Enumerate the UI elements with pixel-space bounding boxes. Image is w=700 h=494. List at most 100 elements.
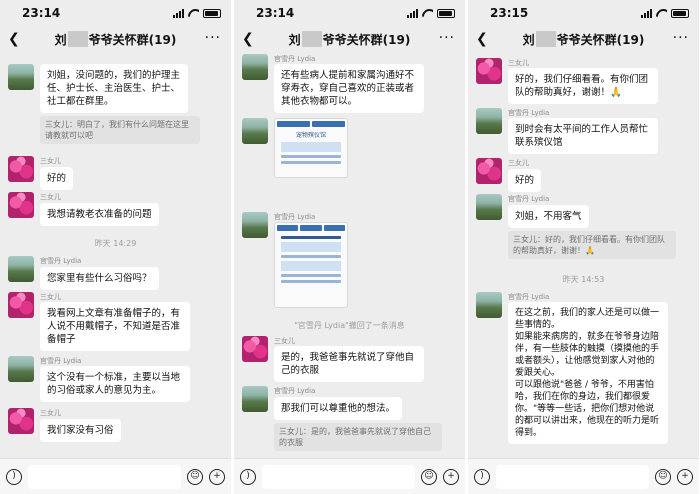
emoji-icon[interactable]: ☺ [655, 468, 671, 485]
image-message[interactable]: 宠物殡仪馆 [274, 118, 348, 178]
avatar[interactable] [8, 408, 34, 434]
phone-screen-3: 23:15 ❮ 刘爷爷关怀群(19) ··· 三女儿 好的，我们仔细看看。有你们… [468, 0, 699, 494]
message-bubble[interactable]: 我想请教老衣准备的问题 [40, 203, 159, 226]
message-list[interactable]: 三女儿 好的，我们仔细看看。有你们团队的帮助真好，谢谢！🙏 官雪丹 Lydia … [468, 52, 699, 458]
message: 三女儿 好的，我们仔细看看。有你们团队的帮助真好，谢谢！🙏 [476, 58, 693, 104]
plus-icon[interactable]: + [209, 468, 225, 485]
message-bubble[interactable]: 刘姐，不用客气 [508, 205, 589, 228]
message: 三女儿 我们家没有习俗 [8, 408, 225, 442]
message-bubble[interactable]: 那我们可以尊重他的想法。 [274, 397, 403, 420]
message: 官雪丹 Lydia 到时会有太平间的工作人员帮忙联系殡仪馆 [476, 108, 693, 154]
avatar[interactable] [242, 212, 268, 238]
status-bar: 23:14 [234, 0, 465, 26]
sender-name: 三女儿 [40, 409, 61, 417]
redaction-block [67, 31, 88, 47]
group-title: 刘爷爷关怀群(19) [54, 31, 177, 47]
message-input[interactable] [496, 464, 649, 489]
message-bubble[interactable]: 这个没有一个标准，主要以当地的习俗或家人的意见为主。 [40, 366, 190, 402]
avatar[interactable] [8, 292, 34, 318]
input-bar: ) ☺ + [0, 458, 231, 494]
sender-name: 官雪丹 Lydia [508, 195, 550, 203]
plus-icon[interactable]: + [677, 468, 693, 485]
system-message: "官雪丹 Lydia"撤回了一条消息 [294, 321, 405, 330]
voice-icon[interactable]: ) [240, 468, 256, 485]
avatar[interactable] [242, 54, 268, 80]
input-bar: ) ☺ + [234, 458, 465, 494]
emoji-icon[interactable]: ☺ [187, 468, 203, 485]
chat-header: ❮ 刘爷爷关怀群(19) ··· [0, 26, 231, 52]
avatar[interactable] [242, 118, 268, 144]
wifi-icon [188, 9, 199, 18]
sender-name: 三女儿 [508, 59, 529, 67]
redaction-block [301, 31, 322, 47]
phone-screen-2: 23:14 ❮ 刘爷爷关怀群(19) ··· 官雪丹 Lydia 还有些病人提前… [234, 0, 465, 494]
redaction-block [535, 31, 556, 47]
avatar[interactable] [476, 292, 502, 318]
status-bar: 23:15 [468, 0, 699, 26]
avatar[interactable] [8, 192, 34, 218]
system-icons [407, 8, 455, 18]
voice-icon[interactable]: ) [474, 468, 490, 485]
timestamp: 昨天 14:29 [94, 239, 137, 248]
message-input[interactable] [28, 464, 181, 489]
chevron-left-icon[interactable]: ❮ [8, 31, 20, 47]
message: 三女儿 好的 [8, 156, 225, 190]
message-bubble[interactable]: 您家里有些什么习俗吗？ [40, 267, 159, 290]
image-message[interactable] [274, 222, 348, 308]
avatar[interactable] [476, 58, 502, 84]
chevron-left-icon[interactable]: ❮ [476, 31, 488, 47]
message: 官雪丹 Lydia 那我们可以尊重他的想法。 三女儿：是的，我爸爸事先就说了穿他… [242, 386, 459, 451]
message-bubble[interactable]: 好的 [40, 167, 74, 190]
avatar[interactable] [8, 356, 34, 382]
sender-name: 官雪丹 Lydia [274, 213, 316, 221]
avatar[interactable] [476, 194, 502, 220]
group-title: 刘爷爷关怀群(19) [522, 31, 645, 47]
avatar[interactable] [8, 256, 34, 282]
message-bubble[interactable]: 我们家没有习俗 [40, 419, 121, 442]
message: 官雪丹 Lydia [242, 212, 459, 308]
more-icon[interactable]: ··· [673, 30, 689, 46]
input-bar: ) ☺ + [468, 458, 699, 494]
phone-screen-1: 23:14 ❮ 刘爷爷关怀群(19) ··· 刘姐，没问题的，我们的护理主任、护… [0, 0, 231, 494]
signal-icon [641, 8, 652, 18]
message-bubble[interactable]: 我看网上文章有准备帽子的，有人说不用戴帽子，不知道是否准备帽子 [40, 302, 190, 351]
message-bubble[interactable]: 好的，我们仔细看看。有你们团队的帮助真好，谢谢！🙏 [508, 68, 658, 104]
message-bubble[interactable]: 刘姐，没问题的，我们的护理主任、护士长、主治医生、护士、社工都在群里。 [40, 64, 188, 113]
quoted-reply[interactable]: 三女儿：是的，我爸爸事先就说了穿他自己的衣服 [274, 423, 442, 451]
plus-icon[interactable]: + [443, 468, 459, 485]
message-input[interactable] [262, 464, 415, 489]
status-time: 23:15 [490, 6, 529, 20]
status-time: 23:14 [256, 6, 295, 20]
message-bubble[interactable]: 是的，我爸爸事先就说了穿他自己的衣服 [274, 346, 424, 382]
battery-icon [437, 8, 455, 18]
voice-icon[interactable]: ) [6, 468, 22, 485]
message: 刘姐，没问题的，我们的护理主任、护士长、主治医生、护士、社工都在群里。 三女儿：… [8, 64, 225, 144]
emoji-icon[interactable]: ☺ [421, 468, 437, 485]
quoted-reply[interactable]: 三女儿：好的，我们仔细看看。有你们团队的帮助真好，谢谢！🙏 [508, 231, 676, 259]
message-bubble[interactable]: 还有些病人提前和家属沟通好不穿寿衣，穿自己喜欢的正装或者其他衣物都可以。 [274, 64, 424, 113]
avatar[interactable] [242, 336, 268, 362]
avatar[interactable] [476, 108, 502, 134]
quoted-reply[interactable]: 三女儿：明白了，我们有什么问题在这里请教就可以吧 [40, 116, 200, 144]
chevron-left-icon[interactable]: ❮ [242, 31, 254, 47]
message-bubble[interactable]: 好的 [508, 169, 542, 192]
message: 宠物殡仪馆 [242, 118, 459, 178]
avatar[interactable] [8, 64, 34, 90]
avatar[interactable] [242, 386, 268, 412]
signal-icon [407, 8, 418, 18]
sender-name: 三女儿 [508, 159, 529, 167]
sender-name: 官雪丹 Lydia [274, 387, 316, 395]
message: 官雪丹 Lydia 刘姐，不用客气 三女儿：好的，我们仔细看看。有你们团队的帮助… [476, 194, 693, 259]
more-icon[interactable]: ··· [439, 30, 455, 46]
avatar[interactable] [8, 156, 34, 182]
chat-header: ❮ 刘爷爷关怀群(19) ··· [468, 26, 699, 52]
message-list[interactable]: 刘姐，没问题的，我们的护理主任、护士长、主治医生、护士、社工都在群里。 三女儿：… [0, 52, 231, 458]
message: 官雪丹 Lydia 在这之前，我们的家人还是可以做一些事情的。 如果能来病房的，… [476, 292, 693, 444]
more-icon[interactable]: ··· [205, 30, 221, 46]
sender-name: 三女儿 [40, 193, 61, 201]
sender-name: 官雪丹 Lydia [40, 257, 82, 265]
message-list[interactable]: 官雪丹 Lydia 还有些病人提前和家属沟通好不穿寿衣，穿自己喜欢的正装或者其他… [234, 52, 465, 458]
message-bubble[interactable]: 在这之前，我们的家人还是可以做一些事情的。 如果能来病房的，就多在爷爷身边陪伴，… [508, 302, 668, 444]
avatar[interactable] [476, 158, 502, 184]
message-bubble[interactable]: 到时会有太平间的工作人员帮忙联系殡仪馆 [508, 118, 658, 154]
